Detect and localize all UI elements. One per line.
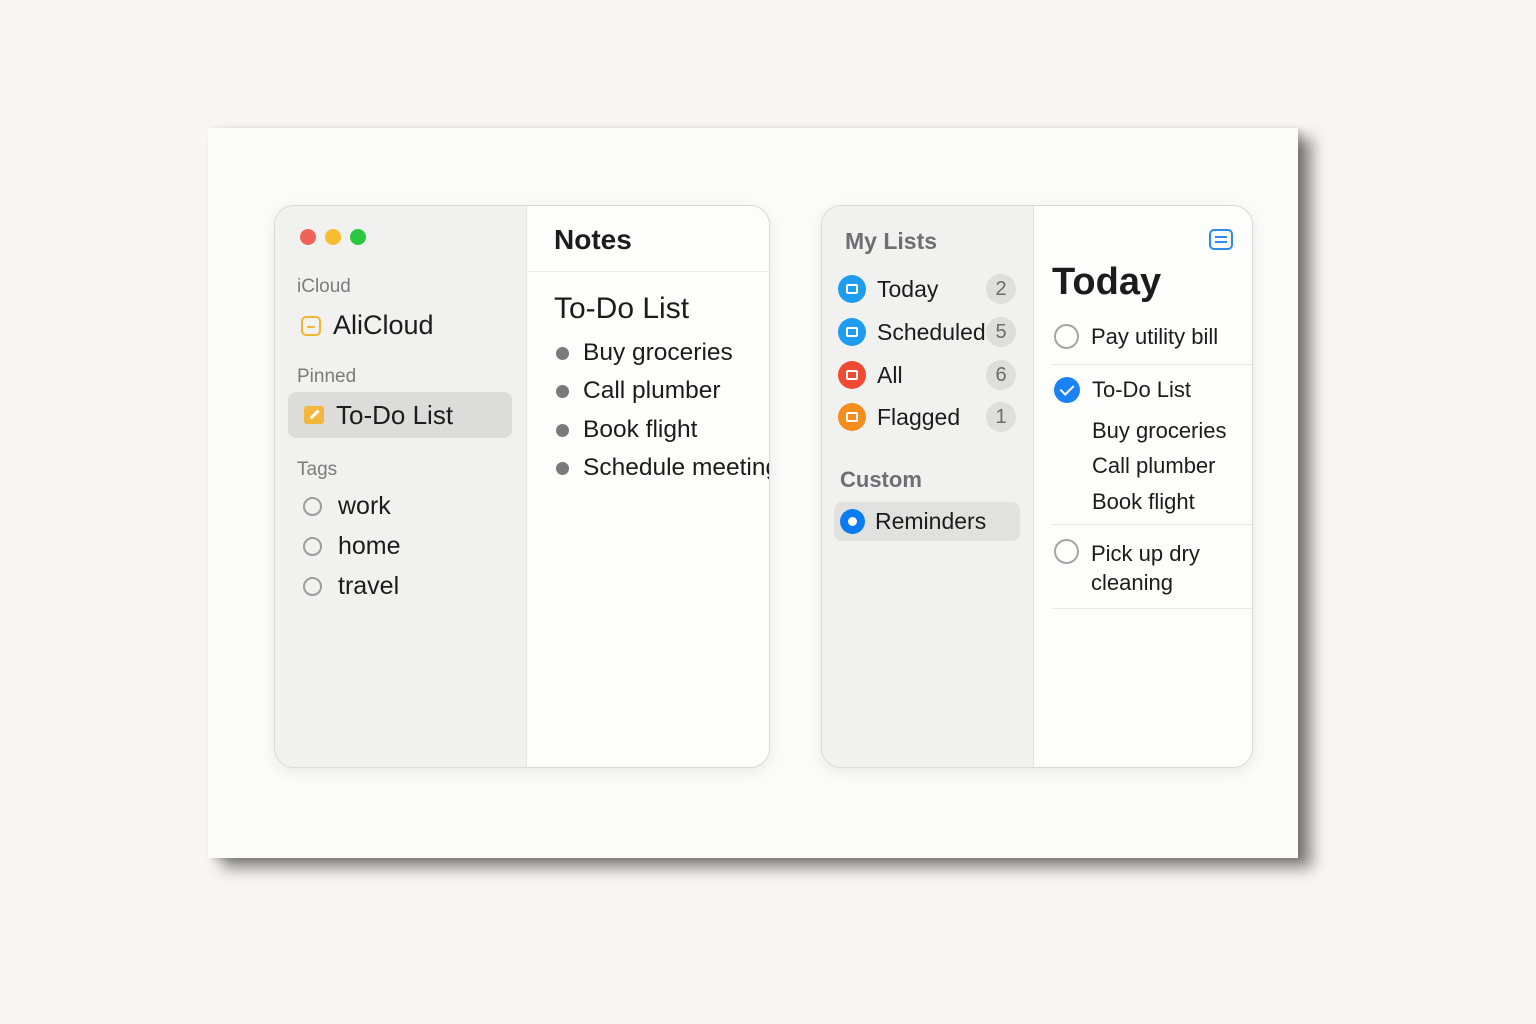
note-bullet-item[interactable]: Book flight	[556, 416, 697, 444]
tags-section-label: Tags	[297, 459, 338, 480]
tag-circle-icon	[303, 537, 322, 556]
list-label: All	[877, 361, 903, 388]
pinned-note-label: To-Do List	[336, 399, 454, 430]
checkbox-icon[interactable]	[1054, 539, 1079, 564]
bullet-text: Buy groceries	[583, 339, 733, 366]
close-button[interactable]	[300, 229, 316, 245]
tray-icon	[838, 361, 866, 389]
reminders-window: My Lists Today 2 Scheduled 5 All 6 Flagg…	[821, 205, 1253, 768]
note-icon	[304, 406, 324, 424]
notes-header: Notes	[527, 206, 769, 272]
notes-window: iCloud AliCloud Pinned To-Do List Tags w…	[274, 205, 770, 768]
my-lists-header: My Lists	[845, 228, 938, 254]
pinned-section-label: Pinned	[297, 366, 357, 387]
sidebar-toggle-icon[interactable]	[1209, 229, 1233, 250]
divider	[1052, 524, 1252, 525]
list-label: Flagged	[877, 403, 961, 430]
list-label: Reminders	[875, 508, 987, 534]
bullet-icon	[556, 346, 569, 360]
custom-section-label: Custom	[840, 467, 922, 492]
task-label: Pick up dry cleaning	[1091, 539, 1200, 597]
task-label: To-Do List	[1092, 377, 1192, 402]
reminders-main: Today Pay utility bill To-Do List Buy gr…	[1034, 206, 1252, 767]
subtask[interactable]: Call plumber	[1092, 453, 1216, 479]
notes-main: Notes To-Do List Buy groceries Call plum…	[527, 206, 769, 767]
subtask[interactable]: Buy groceries	[1092, 418, 1227, 444]
task-label: Pay utility bill	[1091, 324, 1219, 349]
pinned-note-todo-list[interactable]: To-Do List	[288, 392, 512, 438]
task-pay-utility-bill[interactable]: Pay utility bill	[1054, 324, 1252, 350]
divider	[1052, 364, 1252, 365]
flag-icon	[838, 403, 866, 431]
list-count-badge: 5	[986, 317, 1016, 347]
subtask[interactable]: Book flight	[1092, 489, 1195, 515]
note-title[interactable]: To-Do List	[554, 292, 689, 326]
smart-list-all[interactable]: All 6	[838, 358, 1016, 392]
zoom-button[interactable]	[350, 229, 366, 245]
task-label-line: cleaning	[1091, 570, 1173, 595]
today-title: Today	[1052, 261, 1162, 303]
checkbox-icon[interactable]	[1054, 324, 1079, 349]
task-todo-list[interactable]: To-Do List	[1054, 377, 1252, 403]
tag-label: home	[338, 532, 401, 560]
tag-circle-icon	[303, 577, 322, 596]
bullet-text: Schedule meeting	[583, 454, 770, 481]
bullet-text: Book flight	[583, 416, 698, 443]
note-bullet-item[interactable]: Buy groceries	[556, 339, 733, 367]
notes-title: Notes	[554, 224, 632, 255]
list-count-badge: 1	[986, 402, 1016, 432]
notes-sidebar: iCloud AliCloud Pinned To-Do List Tags w…	[275, 206, 527, 767]
tag-home[interactable]: home	[303, 532, 401, 561]
list-count-badge: 6	[986, 360, 1016, 390]
tag-label: work	[338, 492, 391, 520]
bullet-icon	[556, 423, 569, 437]
folder-icon	[301, 315, 321, 336]
icloud-section-label: iCloud	[297, 276, 351, 297]
smart-list-today[interactable]: Today 2	[838, 272, 1016, 306]
tag-circle-icon	[303, 497, 322, 516]
task-label-line: Pick up dry	[1091, 541, 1200, 566]
reminders-sidebar: My Lists Today 2 Scheduled 5 All 6 Flagg…	[822, 206, 1034, 767]
divider	[1052, 608, 1252, 609]
folder-label: AliCloud	[333, 310, 434, 340]
window-controls	[300, 229, 366, 245]
calendar-icon	[838, 318, 866, 346]
minimize-button[interactable]	[325, 229, 341, 245]
selected-list-icon	[840, 509, 865, 534]
smart-list-scheduled[interactable]: Scheduled 5	[838, 315, 1016, 349]
bullet-icon	[556, 384, 569, 398]
list-count-badge: 2	[986, 274, 1016, 304]
smart-list-flagged[interactable]: Flagged 1	[838, 400, 1016, 434]
checkmark-icon[interactable]	[1054, 377, 1080, 403]
list-label: Scheduled	[877, 318, 986, 345]
custom-list-reminders[interactable]: Reminders	[834, 502, 1020, 541]
tag-travel[interactable]: travel	[303, 572, 399, 601]
sidebar-folder-alicloud[interactable]: AliCloud	[301, 310, 434, 341]
task-pick-up-dry-cleaning[interactable]: Pick up dry cleaning	[1054, 539, 1252, 597]
list-label: Today	[877, 275, 939, 302]
today-icon	[838, 275, 866, 303]
bullet-text: Call plumber	[583, 377, 721, 404]
note-bullet-item[interactable]: Call plumber	[556, 377, 721, 405]
tag-work[interactable]: work	[303, 492, 391, 521]
bullet-icon	[556, 461, 569, 475]
tag-label: travel	[338, 572, 400, 600]
note-bullet-item[interactable]: Schedule meeting	[556, 454, 770, 482]
